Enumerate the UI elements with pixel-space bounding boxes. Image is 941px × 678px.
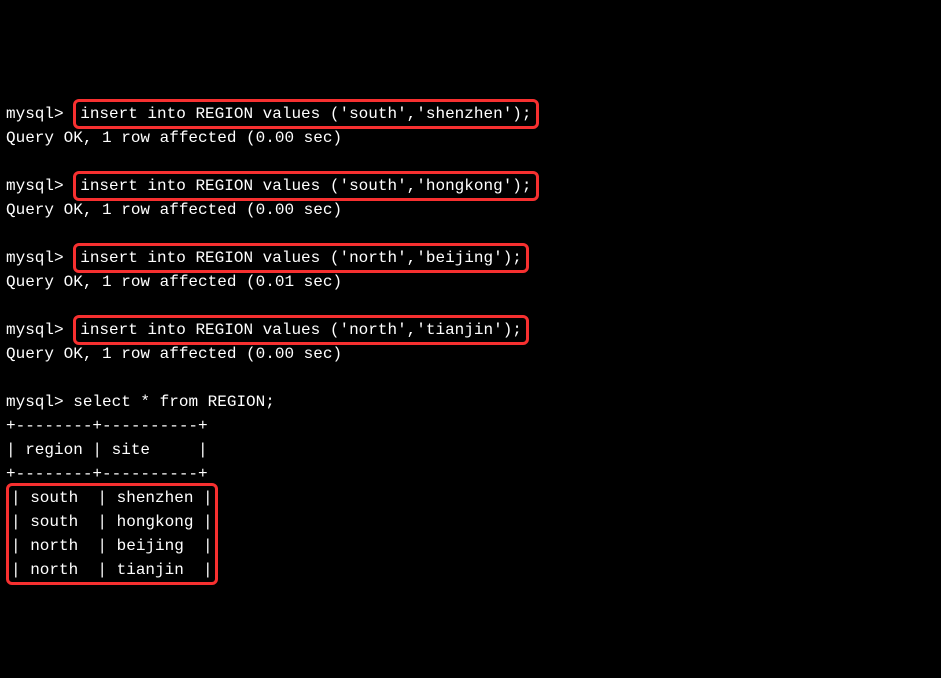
table-row: | north | beijing | <box>11 534 213 558</box>
command-line-2: mysql> insert into REGION values ('south… <box>6 174 935 198</box>
highlighted-command-2: insert into REGION values ('south','hong… <box>73 171 538 201</box>
table-header: | region | site | <box>6 438 935 462</box>
highlighted-table-body: | south | shenzhen || south | hongkong |… <box>6 483 218 585</box>
table-row: | south | hongkong | <box>11 510 213 534</box>
highlighted-command-1: insert into REGION values ('south','shen… <box>73 99 538 129</box>
table-row: | north | tianjin | <box>11 558 213 582</box>
table-border-top: +--------+----------+ <box>6 414 935 438</box>
select-command-line: mysql> select * from REGION; <box>6 390 935 414</box>
prompt: mysql> <box>6 177 64 195</box>
highlighted-command-4: insert into REGION values ('north','tian… <box>73 315 529 345</box>
prompt: mysql> <box>6 321 64 339</box>
result-line-2: Query OK, 1 row affected (0.00 sec) <box>6 198 935 222</box>
blank-line <box>6 366 935 390</box>
result-line-4: Query OK, 1 row affected (0.00 sec) <box>6 342 935 366</box>
command-line-1: mysql> insert into REGION values ('south… <box>6 102 935 126</box>
highlighted-command-3: insert into REGION values ('north','beij… <box>73 243 529 273</box>
prompt: mysql> <box>6 393 64 411</box>
command-line-3: mysql> insert into REGION values ('north… <box>6 246 935 270</box>
prompt: mysql> <box>6 249 64 267</box>
table-row: | south | shenzhen | <box>11 486 213 510</box>
result-line-3: Query OK, 1 row affected (0.01 sec) <box>6 270 935 294</box>
prompt: mysql> <box>6 105 64 123</box>
result-line-1: Query OK, 1 row affected (0.00 sec) <box>6 126 935 150</box>
command-line-4: mysql> insert into REGION values ('north… <box>6 318 935 342</box>
